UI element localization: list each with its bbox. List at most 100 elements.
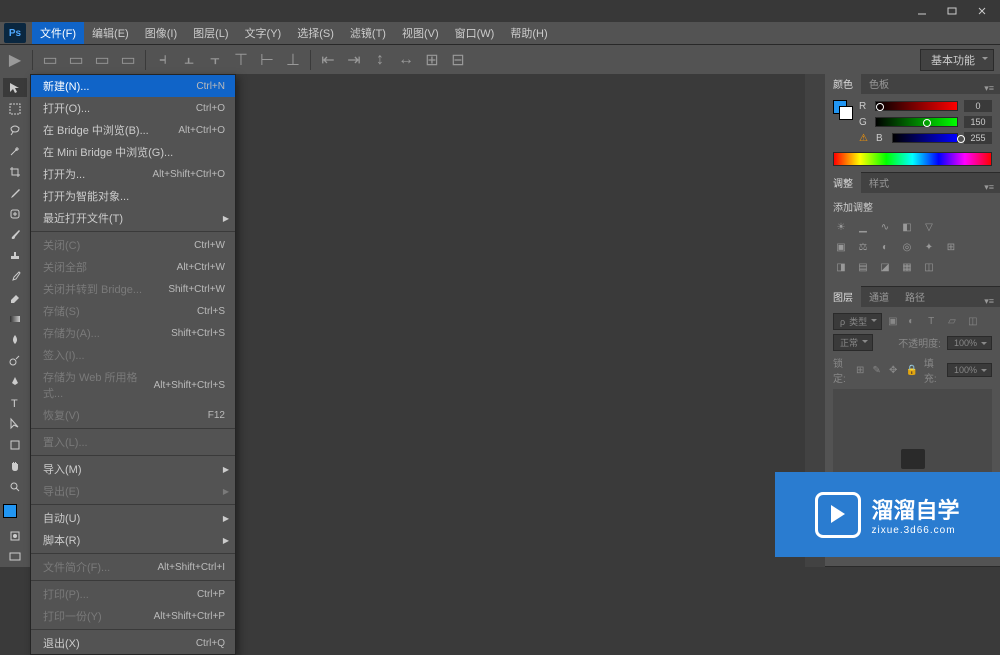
curves-icon[interactable]: ∿ [877, 220, 893, 234]
dist-icon[interactable]: ⊟ [449, 51, 467, 69]
eyedropper-tool[interactable] [3, 183, 27, 202]
fill-value[interactable]: 100% [947, 363, 992, 377]
gradient-tool[interactable] [3, 309, 27, 328]
b-value[interactable]: 255 [964, 132, 992, 144]
dodge-tool[interactable] [3, 351, 27, 370]
exposure-icon[interactable]: ◧ [899, 220, 915, 234]
mixer-icon[interactable]: ✦ [921, 240, 937, 254]
lookup-icon[interactable]: ⊞ [943, 240, 959, 254]
blend-mode-dropdown[interactable]: 正常 [833, 334, 873, 351]
panel-menu-icon[interactable]: ▾≡ [978, 83, 1000, 94]
hue-icon[interactable]: ▣ [833, 240, 849, 254]
vibrance-icon[interactable]: ▽ [921, 220, 937, 234]
menu-item[interactable]: 打开为智能对象... [31, 185, 235, 207]
menu-item[interactable]: 脚本(R) [31, 529, 235, 551]
workspace-switcher[interactable]: 基本功能 [920, 49, 994, 71]
tab-color[interactable]: 颜色 [825, 73, 861, 94]
menu-文件(F)[interactable]: 文件(F) [32, 22, 84, 44]
color-swatches[interactable] [3, 498, 27, 525]
g-slider[interactable] [875, 117, 958, 127]
marquee-tool[interactable] [3, 99, 27, 118]
menu-item[interactable]: 打开(O)...Ctrl+O [31, 97, 235, 119]
align-icon[interactable]: ⫞ [154, 51, 172, 69]
b-slider[interactable] [892, 133, 958, 143]
crop-tool[interactable] [3, 162, 27, 181]
spectrum-bar[interactable] [833, 152, 992, 166]
tab-channels[interactable]: 通道 [861, 286, 897, 307]
menu-视图(V)[interactable]: 视图(V) [394, 22, 447, 44]
align-icon[interactable]: ⫟ [206, 51, 224, 69]
move-tool[interactable] [3, 78, 27, 97]
lock-all-icon[interactable]: 🔒 [905, 365, 917, 376]
opt-icon[interactable]: ▭ [119, 51, 137, 69]
menu-窗口(W)[interactable]: 窗口(W) [447, 22, 503, 44]
lasso-tool[interactable] [3, 120, 27, 139]
menu-编辑(E)[interactable]: 编辑(E) [84, 22, 137, 44]
menu-图像(I)[interactable]: 图像(I) [137, 22, 185, 44]
dist-icon[interactable]: ↔ [397, 51, 415, 69]
eraser-tool[interactable] [3, 288, 27, 307]
menu-item[interactable]: 最近打开文件(T) [31, 207, 235, 229]
menu-选择(S)[interactable]: 选择(S) [289, 22, 342, 44]
selcolor-icon[interactable]: ◫ [921, 260, 937, 274]
tab-swatches[interactable]: 色板 [861, 73, 897, 94]
brush-tool[interactable] [3, 225, 27, 244]
opt-icon[interactable]: ▭ [41, 51, 59, 69]
tab-styles[interactable]: 样式 [861, 172, 897, 193]
history-brush-tool[interactable] [3, 267, 27, 286]
pen-tool[interactable] [3, 372, 27, 391]
panel-menu-icon[interactable]: ▾≡ [978, 296, 1000, 307]
panel-menu-icon[interactable]: ▾≡ [978, 182, 1000, 193]
blur-tool[interactable] [3, 330, 27, 349]
maximize-button[interactable] [938, 4, 966, 18]
lock-pixel-icon[interactable]: ✎ [873, 365, 883, 376]
filter-type-icon[interactable]: T [928, 316, 942, 327]
align-icon[interactable]: ⊢ [258, 51, 276, 69]
invert-icon[interactable]: ◨ [833, 260, 849, 274]
align-icon[interactable]: ⊥ [284, 51, 302, 69]
tab-adjustments[interactable]: 调整 [825, 172, 861, 193]
quickmask-tool[interactable] [3, 527, 27, 546]
filter-adj-icon[interactable]: ◐ [908, 316, 922, 327]
opt-icon[interactable]: ▭ [67, 51, 85, 69]
menu-图层(L)[interactable]: 图层(L) [185, 22, 236, 44]
tab-layers[interactable]: 图层 [825, 286, 861, 307]
zoom-tool[interactable] [3, 477, 27, 496]
lock-trans-icon[interactable]: ⊞ [856, 365, 866, 376]
align-icon[interactable]: ⊤ [232, 51, 250, 69]
poster-icon[interactable]: ▤ [855, 260, 871, 274]
align-icon[interactable]: ⫠ [180, 51, 198, 69]
levels-icon[interactable]: ▁ [855, 220, 871, 234]
g-value[interactable]: 150 [964, 116, 992, 128]
type-tool[interactable]: T [3, 393, 27, 412]
shape-tool[interactable] [3, 435, 27, 454]
dist-icon[interactable]: ⇤ [319, 51, 337, 69]
menu-item[interactable]: 在 Bridge 中浏览(B)...Alt+Ctrl+O [31, 119, 235, 141]
dist-icon[interactable]: ⊞ [423, 51, 441, 69]
stamp-tool[interactable] [3, 246, 27, 265]
tab-paths[interactable]: 路径 [897, 286, 933, 307]
hand-tool[interactable] [3, 456, 27, 475]
filter-pixel-icon[interactable]: ▣ [888, 316, 902, 327]
path-select-tool[interactable] [3, 414, 27, 433]
filter-shape-icon[interactable]: ▱ [948, 316, 962, 327]
heal-tool[interactable] [3, 204, 27, 223]
filter-dropdown[interactable]: ρ类型 [833, 313, 882, 330]
menu-文字(Y)[interactable]: 文字(Y) [237, 22, 290, 44]
menu-item[interactable]: 新建(N)...Ctrl+N [31, 75, 235, 97]
dist-icon[interactable]: ⇥ [345, 51, 363, 69]
wand-tool[interactable] [3, 141, 27, 160]
opacity-value[interactable]: 100% [947, 336, 992, 350]
colorbal-icon[interactable]: ⚖ [855, 240, 871, 254]
brightness-icon[interactable]: ☀ [833, 220, 849, 234]
r-slider[interactable] [875, 101, 958, 111]
menu-item[interactable]: 导入(M) [31, 458, 235, 480]
photo-icon[interactable]: ◎ [899, 240, 915, 254]
gradmap-icon[interactable]: ▦ [899, 260, 915, 274]
warning-icon[interactable]: ⚠ [859, 133, 868, 144]
bw-icon[interactable]: ◐ [877, 240, 893, 254]
close-button[interactable] [968, 4, 996, 18]
tool-preset-icon[interactable]: ▶ [6, 51, 24, 69]
screenmode-tool[interactable] [3, 548, 27, 567]
dist-icon[interactable]: ↕ [371, 51, 389, 69]
